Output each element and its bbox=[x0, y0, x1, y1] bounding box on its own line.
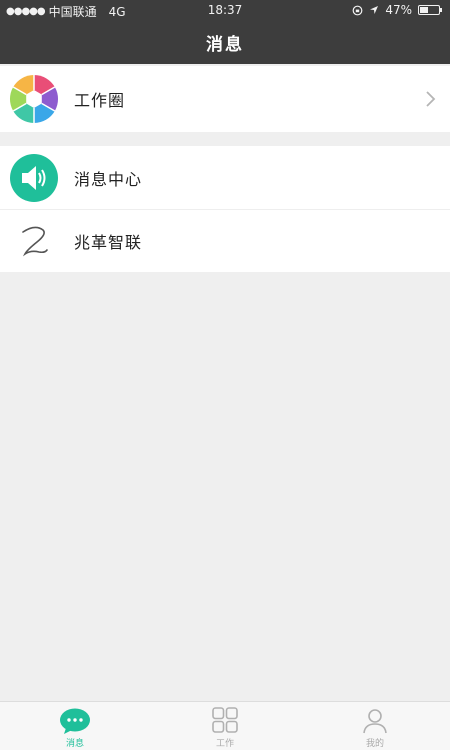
nav-header: 消息 bbox=[0, 20, 450, 64]
person-icon bbox=[363, 709, 387, 734]
tab-messages-label: 消息 bbox=[65, 739, 84, 749]
status-bar: ●●●●● 中国联通 4G 18:37 47% bbox=[0, 0, 450, 20]
location-arrow-icon bbox=[370, 6, 379, 14]
chevron-right-icon bbox=[426, 91, 436, 107]
tab-work-label: 工作 bbox=[215, 739, 234, 749]
work-circle-label: 工作圈 bbox=[74, 91, 126, 110]
battery-level bbox=[420, 7, 428, 13]
list-item-zhaoge-zhilian[interactable]: 兆革智联 bbox=[0, 209, 450, 272]
battery-percent: 47% bbox=[385, 3, 412, 17]
rotation-lock-icon bbox=[352, 5, 363, 15]
list-item-work-circle[interactable]: 工作圈 bbox=[0, 66, 450, 132]
aperture-icon bbox=[9, 74, 59, 124]
tab-work[interactable]: 工作 bbox=[150, 702, 300, 750]
tab-profile[interactable]: 我的 bbox=[300, 702, 450, 750]
message-center-label: 消息中心 bbox=[74, 169, 143, 189]
work-circle-section: 工作圈 bbox=[0, 66, 450, 132]
tab-messages[interactable]: 消息 bbox=[0, 702, 150, 750]
message-section: 消息中心 兆革智联 bbox=[0, 146, 450, 272]
page-title: 消息 bbox=[206, 35, 244, 55]
speaker-icon bbox=[9, 153, 59, 203]
zhaoge-zhilian-label: 兆革智联 bbox=[74, 233, 143, 252]
battery-icon bbox=[418, 5, 442, 15]
signature-logo-icon bbox=[9, 216, 59, 266]
tab-profile-label: 我的 bbox=[365, 739, 384, 749]
grid-icon bbox=[212, 707, 238, 733]
chat-bubble-icon bbox=[60, 708, 90, 734]
list-item-message-center[interactable]: 消息中心 bbox=[0, 146, 450, 209]
bottom-tab-bar: 消息 工作 我的 bbox=[0, 701, 450, 750]
phone-screen: ●●●●● 中国联通 4G 18:37 47% 消息 工作圈 消息中心 兆革智联… bbox=[0, 0, 450, 750]
status-right: 47% bbox=[352, 3, 442, 17]
